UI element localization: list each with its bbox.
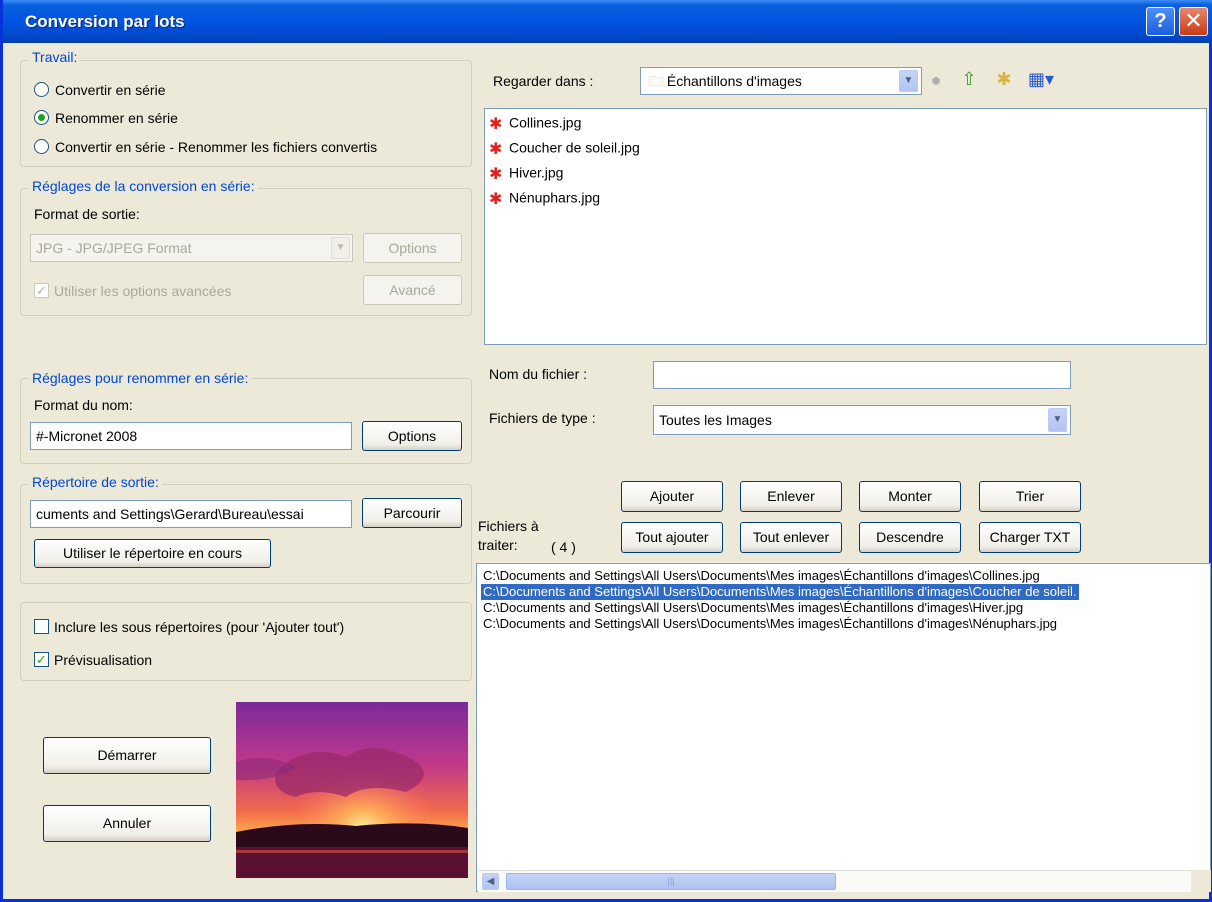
image-file-icon: ✱ xyxy=(489,141,503,158)
advanced-options-checkbox: ✓ xyxy=(34,283,49,298)
include-subdirs-label[interactable]: Inclure les sous répertoires (pour 'Ajou… xyxy=(54,619,344,635)
radio-convert[interactable] xyxy=(34,82,49,97)
filetype-label: Fichiers de type : xyxy=(489,410,596,426)
question-icon[interactable]: ? xyxy=(1146,7,1175,36)
queue-horizontal-scrollbar[interactable]: ◀ ||| xyxy=(478,870,1211,892)
chevron-down-icon[interactable]: ▼ xyxy=(1048,408,1067,432)
queue-item-selected[interactable]: C:\Documents and Settings\All Users\Docu… xyxy=(481,584,1079,600)
title-bar: Conversion par lots ? ✕ xyxy=(3,0,1212,43)
file-item[interactable]: ✱ Coucher de soleil.jpg xyxy=(489,139,640,159)
queue-list[interactable]: C:\Documents and Settings\All Users\Docu… xyxy=(476,563,1211,892)
convert-settings-legend: Réglages de la conversion en série: xyxy=(29,178,258,194)
job-legend: Travail: xyxy=(29,49,81,65)
rename-settings-legend: Réglages pour renommer en série: xyxy=(29,370,252,386)
output-dir-legend: Répertoire de sortie: xyxy=(29,474,162,490)
file-list[interactable]: ✱ Collines.jpg ✱ Coucher de soleil.jpg ✱ Hi… xyxy=(484,108,1207,345)
file-item[interactable]: ✱ Nénuphars.jpg xyxy=(489,189,600,209)
up-folder-icon[interactable]: ⇧ xyxy=(958,69,980,91)
preview-image xyxy=(236,702,468,878)
load-txt-button[interactable]: Charger TXT xyxy=(979,522,1081,553)
convert-options-button: Options xyxy=(363,233,462,263)
window-title: Conversion par lots xyxy=(25,12,185,31)
add-all-button[interactable]: Tout ajouter xyxy=(621,522,723,553)
radio-rename[interactable] xyxy=(34,110,49,125)
queue-count: ( 4 ) xyxy=(551,539,576,555)
browse-button[interactable]: Parcourir xyxy=(362,498,462,528)
advanced-options-label: Utiliser les options avancées xyxy=(54,283,232,299)
queue-item[interactable]: C:\Documents and Settings\All Users\Docu… xyxy=(481,568,1042,584)
advanced-button: Avancé xyxy=(363,275,462,305)
view-menu-icon[interactable]: ▦▾ xyxy=(1028,69,1054,91)
output-format-select: JPG - JPG/JPEG Format xyxy=(30,234,353,262)
radio-convert-label[interactable]: Convertir en série xyxy=(55,82,166,98)
filename-label: Nom du fichier : xyxy=(489,366,588,382)
cancel-button[interactable]: Annuler xyxy=(43,805,211,842)
queue-item[interactable]: C:\Documents and Settings\All Users\Docu… xyxy=(481,616,1059,632)
queue-item[interactable]: C:\Documents and Settings\All Users\Docu… xyxy=(481,600,1025,616)
name-format-input[interactable]: #-Micronet 2008 xyxy=(30,422,352,450)
use-current-dir-button[interactable]: Utiliser le répertoire en cours xyxy=(34,539,271,568)
name-format-label: Format du nom: xyxy=(34,397,133,413)
image-file-icon: ✱ xyxy=(489,116,503,133)
filetype-select[interactable]: Toutes les Images xyxy=(653,405,1071,435)
radio-convert-rename-label[interactable]: Convertir en série - Renommer les fichie… xyxy=(55,139,377,155)
look-in-value: Échantillons d'images xyxy=(666,73,802,89)
move-down-button[interactable]: Descendre xyxy=(859,522,961,553)
output-dir-input[interactable]: cuments and Settings\Gerard\Bureau\essai xyxy=(30,500,352,528)
rename-options-button[interactable]: Options xyxy=(362,421,462,451)
move-up-button[interactable]: Monter xyxy=(859,481,961,512)
preview-label[interactable]: Prévisualisation xyxy=(54,652,152,668)
batch-conversion-dialog: Conversion par lots ? ✕ Travail: Convert… xyxy=(0,0,1212,902)
radio-rename-label[interactable]: Renommer en série xyxy=(55,110,178,126)
preview-checkbox[interactable]: ✓ xyxy=(34,652,49,667)
remove-button[interactable]: Enlever xyxy=(740,481,842,512)
start-button[interactable]: Démarrer xyxy=(43,737,211,774)
sort-button[interactable]: Trier xyxy=(979,481,1081,512)
file-item[interactable]: ✱ Collines.jpg xyxy=(489,114,581,134)
look-in-label: Regarder dans : xyxy=(493,73,594,89)
new-folder-icon[interactable]: ✱ xyxy=(993,69,1015,91)
queue-label-line1: Fichiers à xyxy=(478,518,539,534)
folder-icon: 🗀 xyxy=(649,73,663,89)
chevron-down-icon: ▼ xyxy=(331,237,350,259)
image-file-icon: ✱ xyxy=(489,191,503,208)
output-format-label: Format de sortie: xyxy=(34,206,140,222)
radio-convert-rename[interactable] xyxy=(34,139,49,154)
queue-label-line2: traiter: xyxy=(478,537,518,553)
image-file-icon: ✱ xyxy=(489,166,503,183)
scroll-thumb[interactable]: ||| xyxy=(506,873,836,890)
resize-grip[interactable] xyxy=(1191,870,1211,892)
include-subdirs-checkbox[interactable] xyxy=(34,619,49,634)
file-item[interactable]: ✱ Hiver.jpg xyxy=(489,164,563,184)
close-icon[interactable]: ✕ xyxy=(1179,7,1208,36)
add-button[interactable]: Ajouter xyxy=(621,481,723,512)
filename-input[interactable] xyxy=(653,361,1071,389)
back-icon[interactable]: ● xyxy=(925,70,947,92)
chevron-down-icon[interactable]: ▼ xyxy=(899,70,918,92)
options-group xyxy=(20,602,472,681)
remove-all-button[interactable]: Tout enlever xyxy=(740,522,842,553)
look-in-select[interactable]: 🗀 Échantillons d'images xyxy=(640,67,922,95)
scroll-left-icon[interactable]: ◀ xyxy=(482,873,499,890)
